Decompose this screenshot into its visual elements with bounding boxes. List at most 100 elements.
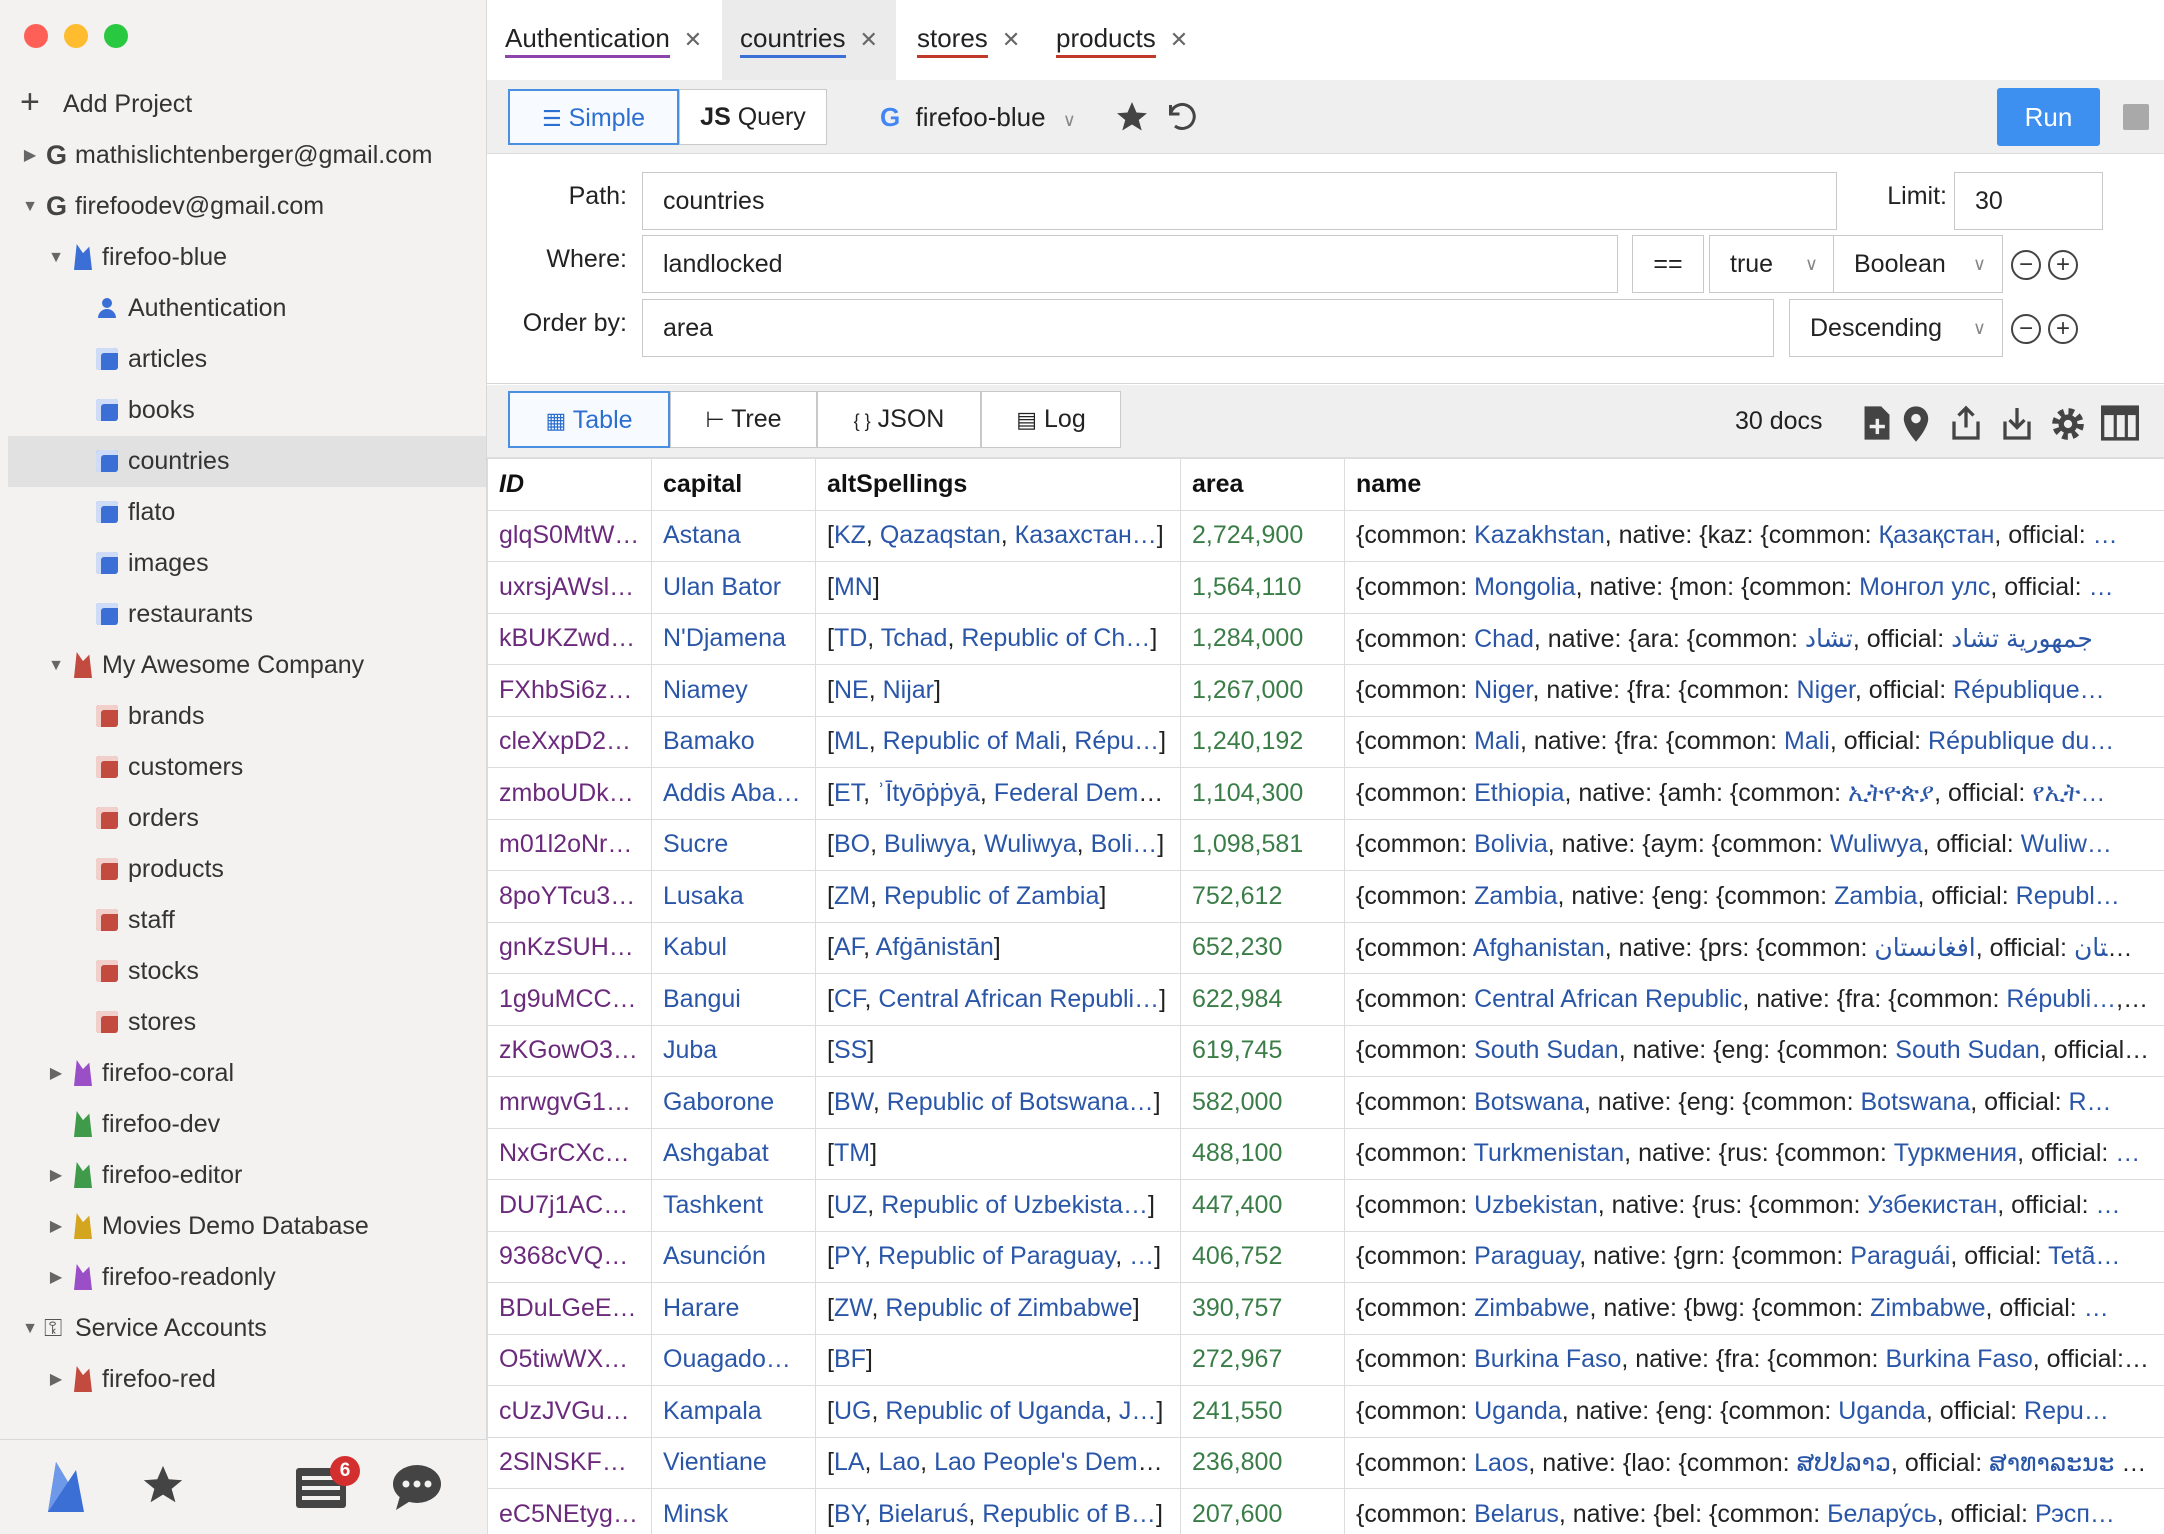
service-accounts[interactable]: ▼ ⚿ Service Accounts [8,1303,486,1354]
star-icon[interactable] [140,1462,186,1508]
cell-capital[interactable]: Vientiane [651,1436,816,1489]
project-firefoo-readonly[interactable]: ▶ firefoo-readonly [8,1252,486,1303]
cell-area[interactable]: 1,098,581 [1180,818,1345,871]
cell-name[interactable]: {common: Ethiopia, native: {amh: {common… [1344,767,2164,820]
cell-name[interactable]: {common: Mongolia, native: {mon: {common… [1344,561,2164,614]
tab-countries[interactable]: countries ✕ [722,0,896,80]
cell-altspellings[interactable]: [ZW, Republic of Zimbabwe] [815,1282,1181,1335]
cell-name[interactable]: {common: Mali, native: {fra: {common: Ma… [1344,715,2164,768]
table-row[interactable]: cUzJVGu… Kampala [UG, Republic of Uganda, … [487,1385,2164,1438]
cell-id[interactable]: zmboUDk… [487,767,652,820]
firebase-logo-icon[interactable] [44,1460,88,1514]
cell-id[interactable]: BDuLGeE… [487,1282,652,1335]
sidebar-item-staff[interactable]: staff [8,895,486,946]
table-row[interactable]: DU7j1ACy… Tashkent [UZ, Republic of Uzbeki… [487,1179,2164,1232]
window-zoom-button[interactable] [104,24,128,48]
js-query-mode-button[interactable]: JS Query [679,89,827,145]
sidebar-item-brands[interactable]: brands [8,691,486,742]
cell-area[interactable]: 619,745 [1180,1024,1345,1077]
cell-area[interactable]: 1,240,192 [1180,715,1345,768]
cell-area[interactable]: 447,400 [1180,1179,1345,1232]
cell-altspellings[interactable]: [TD, Tchad, Republic of Ch…] [815,612,1181,665]
chevron-down-icon[interactable]: ▼ [20,1303,40,1354]
cell-area[interactable]: 1,284,000 [1180,612,1345,665]
sidebar-item-products[interactable]: products [8,844,486,895]
sidebar-item-orders[interactable]: orders [8,793,486,844]
add-where-button[interactable]: + [2048,250,2078,280]
cell-area[interactable]: 236,800 [1180,1436,1345,1489]
cell-capital[interactable]: Juba [651,1024,816,1077]
cell-altspellings[interactable]: [CF, Central African Republi…] [815,973,1181,1026]
cell-capital[interactable]: N'Djamena [651,612,816,665]
cell-id[interactable]: uxrsjAWsl… [487,561,652,614]
table-row[interactable]: FXhbSi6z… Niamey [NE, Nijar] 1,267,000 {comm… [487,664,2164,717]
sidebar-item-customers[interactable]: customers [8,742,486,793]
sidebar-item-stocks[interactable]: stocks [8,946,486,997]
cell-altspellings[interactable]: [ET, ʾĪtyōṗṗyā, Federal Dem…] [815,767,1181,820]
view-tree-button[interactable]: ⊢ Tree [670,391,817,448]
cell-altspellings[interactable]: [MN] [815,561,1181,614]
cell-area[interactable]: 207,600 [1180,1488,1345,1534]
cell-capital[interactable]: Tashkent [651,1179,816,1232]
sidebar-item-flato[interactable]: flato [8,487,486,538]
close-icon[interactable]: ✕ [860,27,878,52]
cell-altspellings[interactable]: [PY, Republic of Paraguay, …] [815,1230,1181,1283]
add-project-button[interactable]: + Add Project [8,79,486,130]
view-table-button[interactable]: ▦ Table [508,391,670,448]
cell-altspellings[interactable]: [UG, Republic of Uganda, J…] [815,1385,1181,1438]
table-row[interactable]: cleXxpD2… Bamako [ML, Republic of Mali, Ré… [487,715,2164,768]
table-row[interactable]: zKGowO3… Juba [SS] 619,745 {common: South Su… [487,1024,2164,1077]
tab-authentication[interactable]: Authentication ✕ [487,0,720,80]
cell-id[interactable]: cUzJVGu… [487,1385,652,1438]
table-row[interactable]: eC5NEtyg… Minsk [BY, Bielaruś, Republic of… [487,1488,2164,1534]
star-icon[interactable] [1114,99,1150,135]
account-firefoodev[interactable]: ▼ G firefoodev@gmail.com [8,181,486,232]
cell-capital[interactable]: Niamey [651,664,816,717]
cell-id[interactable]: cleXxpD2… [487,715,652,768]
path-input[interactable]: countries [642,172,1837,230]
cell-capital[interactable]: Addis Aba… [651,767,816,820]
cell-name[interactable]: {common: Burkina Faso, native: {fra: {co… [1344,1333,2164,1386]
cell-capital[interactable]: Bangui [651,973,816,1026]
cell-name[interactable]: {common: Paraguay, native: {grn: {common… [1344,1230,2164,1283]
cell-altspellings[interactable]: [AF, Afġānistān] [815,921,1181,974]
cell-area[interactable]: 1,104,300 [1180,767,1345,820]
cell-altspellings[interactable]: [BF] [815,1333,1181,1386]
cell-id[interactable]: zKGowO3… [487,1024,652,1077]
view-json-button[interactable]: { } JSON [817,391,981,448]
table-row[interactable]: O5tiwWX… Ouagadou… [BF] 272,967 {common: Bur… [487,1333,2164,1386]
cell-capital[interactable]: Kampala [651,1385,816,1438]
cell-id[interactable]: O5tiwWX… [487,1333,652,1386]
close-icon[interactable]: ✕ [684,27,702,52]
columns-icon[interactable] [2101,405,2139,441]
order-direction-select[interactable]: Descending ∨ [1789,299,2003,357]
chevron-down-icon[interactable]: ▼ [20,181,40,232]
cell-altspellings[interactable]: [KZ, Qazaqstan, Казахстан…] [815,509,1181,562]
order-by-input[interactable]: area [642,299,1774,357]
cell-id[interactable]: mrwgvG1… [487,1076,652,1129]
table-row[interactable]: zmboUDk… Addis Aba… [ET, ʾĪtyōṗṗyā, Federa… [487,767,2164,820]
cell-name[interactable]: {common: Niger, native: {fra: {common: N… [1344,664,2164,717]
cell-name[interactable]: {common: Laos, native: {lao: {common: ສປ… [1344,1436,2164,1489]
chevron-right-icon[interactable]: ▶ [20,130,40,181]
project-my-awesome-company[interactable]: ▼ My Awesome Company [8,640,486,691]
cell-id[interactable]: gnKzSUH… [487,921,652,974]
cell-name[interactable]: {common: Central African Republic, nativ… [1344,973,2164,1026]
cell-altspellings[interactable]: [BO, Buliwya, Wuliwya, Boli…] [815,818,1181,871]
cell-altspellings[interactable]: [BY, Bielaruś, Republic of B…] [815,1488,1181,1534]
project-firefoo-editor[interactable]: ▶ firefoo-editor [8,1150,486,1201]
chevron-right-icon[interactable]: ▶ [46,1150,66,1201]
cell-altspellings[interactable]: [SS] [815,1024,1181,1077]
where-value-select[interactable]: true ∨ [1709,235,1835,293]
cell-area[interactable]: 622,984 [1180,973,1345,1026]
cell-name[interactable]: {common: Uganda, native: {eng: {common: … [1344,1385,2164,1438]
import-icon[interactable] [1999,405,2035,441]
table-row[interactable]: BDuLGeE… Harare [ZW, Republic of Zimbabwe]… [487,1282,2164,1335]
table-row[interactable]: mrwgvG1… Gaborone [BW, Republic of Botswan… [487,1076,2164,1129]
cell-area[interactable]: 582,000 [1180,1076,1345,1129]
where-field-input[interactable]: landlocked [642,235,1618,293]
gear-icon[interactable] [2049,405,2087,443]
cell-area[interactable]: 488,100 [1180,1127,1345,1180]
cell-area[interactable]: 2,724,900 [1180,509,1345,562]
sidebar-item-images[interactable]: images [8,538,486,589]
